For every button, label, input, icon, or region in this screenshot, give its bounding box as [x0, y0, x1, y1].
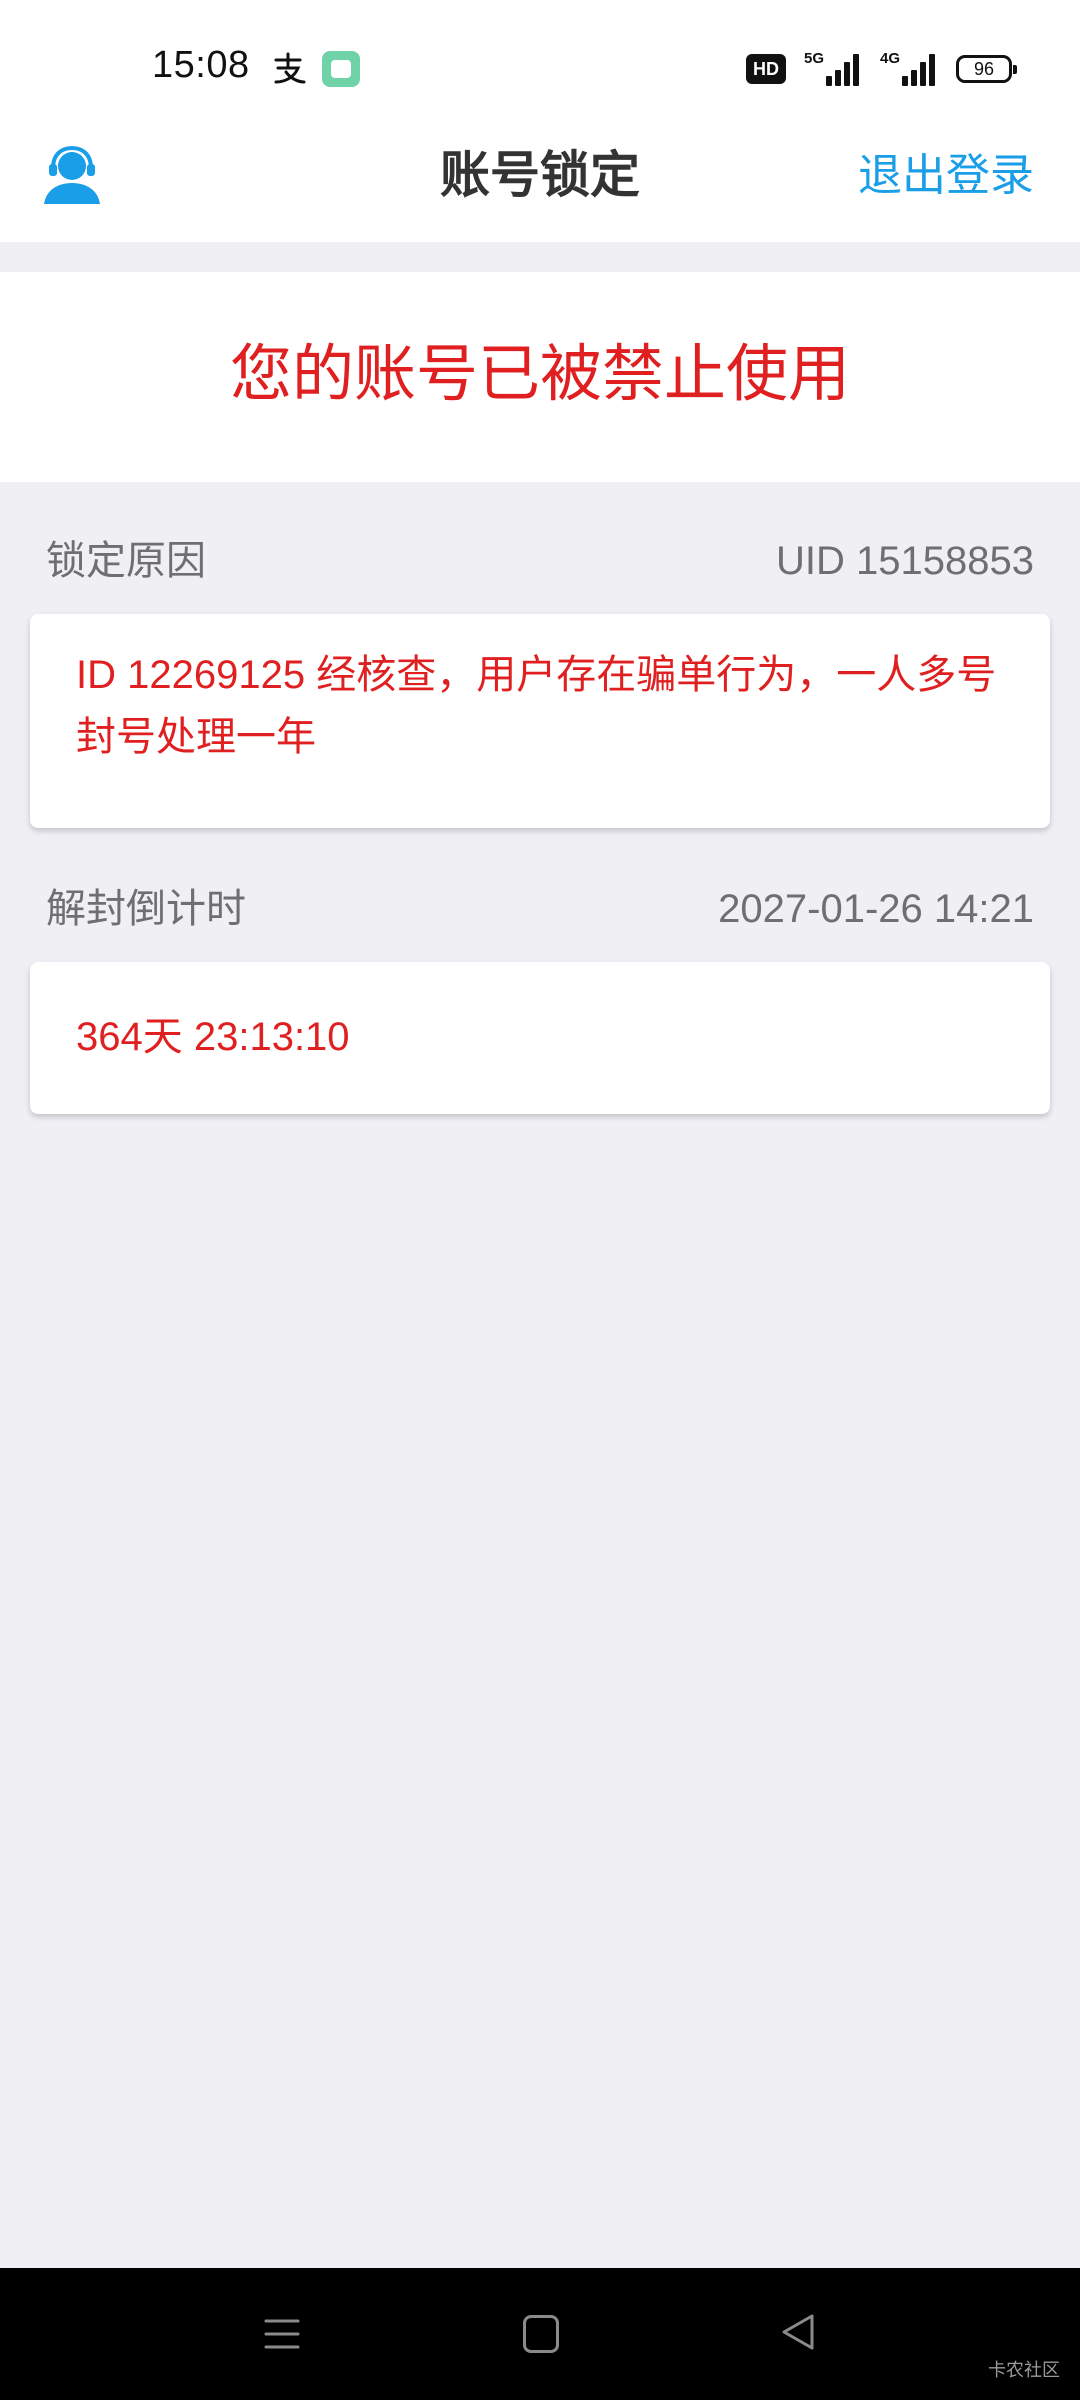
lock-reason-card: ID 12269125 经核查，用户存在骗单行为，一人多号封号处理一年 [30, 614, 1050, 828]
uid-value: UID 15158853 [776, 539, 1034, 583]
signal-5g-icon: 5G [804, 50, 862, 86]
status-time: 15:08 [152, 44, 250, 86]
battery-level: 96 [973, 58, 995, 79]
logout-button[interactable]: 退出登录 [858, 144, 1034, 208]
screen: 15:08 HD 5G 4G 96 账号锁定 退出登录 您的账号已被禁止使用 锁… [0, 0, 1080, 2400]
home-icon[interactable] [523, 2315, 559, 2353]
alipay-icon [274, 52, 306, 84]
unlock-datetime: 2027-01-26 14:21 [718, 887, 1034, 931]
countdown-remaining: 364天 23:13:10 [76, 1015, 350, 1059]
unlock-countdown-label: 解封倒计时 [46, 887, 246, 931]
status-indicators: HD 5G 4G 96 [746, 49, 1017, 89]
battery-icon: 96 [956, 55, 1017, 83]
hd-icon: HD [746, 54, 786, 84]
banned-message: 您的账号已被禁止使用 [229, 340, 850, 409]
watermark: 卡农社区 [988, 2360, 1060, 2380]
signal-4g-icon: 4G [880, 50, 938, 86]
lock-reason-label: 锁定原因 [46, 539, 206, 583]
back-icon[interactable] [780, 2312, 816, 2352]
lock-reason-text: ID 12269125 经核查，用户存在骗单行为，一人多号封号处理一年 [76, 653, 997, 759]
menu-icon[interactable] [264, 2317, 300, 2351]
network-5g-label: 5G [804, 50, 825, 67]
app-icon [322, 51, 360, 87]
network-4g-label: 4G [880, 50, 901, 67]
countdown-card: 364天 23:13:10 [30, 962, 1050, 1114]
